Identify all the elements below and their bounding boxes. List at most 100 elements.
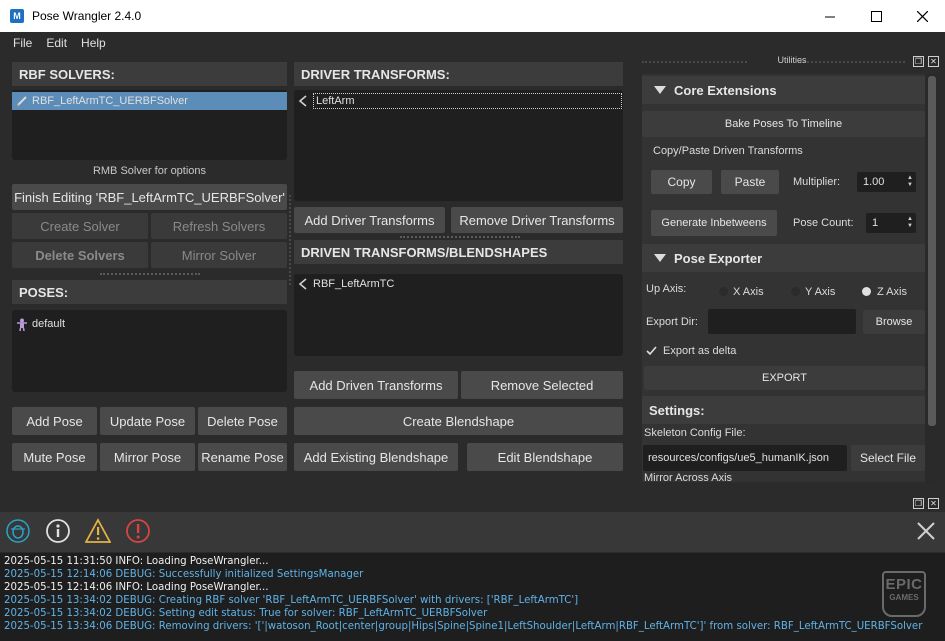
utilities-title: Utilities [777, 55, 807, 65]
skeleton-config-field[interactable]: resources/configs/ue5_humanIK.json [643, 445, 847, 471]
log-line: 2025-05-15 11:31:50 INFO: Loading PoseWr… [4, 556, 269, 567]
add-driven-transforms-button[interactable]: Add Driven Transforms [294, 371, 458, 399]
up-axis-label: Up Axis: [646, 283, 687, 295]
add-existing-blendshape-button[interactable]: Add Existing Blendshape [294, 443, 458, 471]
multiplier-value: 1.00 [863, 176, 885, 188]
export-as-delta-label: Export as delta [663, 345, 737, 357]
pose-exporter-header[interactable]: Pose Exporter [642, 244, 925, 272]
warning-triangle-icon [85, 518, 111, 543]
pose-count-value: 1 [872, 217, 879, 229]
close-button[interactable] [899, 0, 945, 32]
add-pose-button[interactable]: Add Pose [12, 407, 97, 435]
column-splitter[interactable] [289, 195, 291, 285]
delete-pose-button[interactable]: Delete Pose [198, 407, 287, 435]
core-extensions-label: Core Extensions [674, 82, 777, 98]
chevron-left-icon [298, 95, 307, 107]
solver-label: RBF_LeftArmTC_UERBFSolver [32, 95, 188, 107]
refresh-solvers-button[interactable]: Refresh Solvers [151, 213, 287, 239]
window-title: Pose Wrangler 2.4.0 [32, 9, 142, 23]
menu-help[interactable]: Help [74, 36, 113, 50]
select-file-button[interactable]: Select File [851, 445, 925, 471]
menu-file[interactable]: File [6, 36, 39, 50]
info-icon[interactable] [44, 517, 72, 545]
pose-count-label: Pose Count: [793, 217, 854, 229]
create-blendshape-button[interactable]: Create Blendshape [294, 407, 623, 435]
pose-exporter-label: Pose Exporter [674, 250, 763, 266]
z-axis-radio[interactable] [862, 287, 871, 296]
core-extensions-header[interactable]: Core Extensions [642, 76, 925, 104]
warning-icon[interactable] [84, 517, 112, 545]
log-line: 2025-05-15 13:34:02 DEBUG: Setting edit … [4, 608, 488, 619]
clear-log-button[interactable] [912, 517, 940, 545]
z-axis-label: Z Axis [877, 286, 907, 298]
settings-header: Settings: [642, 396, 925, 424]
browse-button[interactable]: Browse [863, 310, 925, 334]
copy-button[interactable]: Copy [651, 170, 712, 194]
close-icon [916, 10, 928, 22]
paste-button[interactable]: Paste [721, 170, 779, 194]
mirror-solver-button[interactable]: Mirror Solver [151, 242, 287, 268]
dock-close-icon[interactable]: ✕ [928, 56, 939, 67]
title-bar: M Pose Wrangler 2.4.0 [0, 0, 945, 32]
update-pose-button[interactable]: Update Pose [100, 407, 195, 435]
pose-figure-icon [17, 318, 27, 331]
dock-close-icon[interactable]: ✕ [928, 498, 939, 509]
remove-driver-transforms-button[interactable]: Remove Driver Transforms [451, 207, 623, 233]
edit-blendshape-button[interactable]: Edit Blendshape [467, 443, 623, 471]
export-dir-field[interactable] [708, 309, 856, 334]
error-icon[interactable] [124, 517, 152, 545]
pose-label: default [32, 318, 66, 330]
generate-inbetweens-button[interactable]: Generate Inbetweens [651, 210, 777, 236]
log-line: 2025-05-15 13:34:06 DEBUG: Removing driv… [4, 621, 923, 632]
x-axis-radio[interactable] [719, 287, 728, 296]
rename-pose-button[interactable]: Rename Pose [198, 443, 287, 471]
delete-solvers-button[interactable]: Delete Solvers [12, 242, 148, 268]
info-circle-icon [46, 519, 70, 543]
driver-transforms-header: DRIVER TRANSFORMS: [294, 62, 623, 86]
spin-arrows-icon[interactable]: ▲ ▼ [907, 175, 913, 189]
export-button[interactable]: EXPORT [644, 366, 925, 390]
logo-top-text: EPIC [885, 576, 923, 593]
list-item[interactable]: default [12, 315, 287, 333]
driven-transforms-header: DRIVEN TRANSFORMS/BLENDSHAPES [294, 240, 623, 264]
splitter-handle[interactable] [100, 273, 200, 275]
bake-poses-button[interactable]: Bake Poses To Timeline [642, 111, 925, 137]
create-solver-button[interactable]: Create Solver [12, 213, 148, 239]
y-axis-label: Y Axis [805, 286, 836, 298]
epic-games-logo: EPIC GAMES [882, 571, 926, 617]
list-item[interactable]: LeftArm [296, 92, 622, 110]
log-output: 2025-05-15 11:31:50 INFO: Loading PoseWr… [0, 553, 945, 641]
minimize-button[interactable] [807, 0, 853, 32]
collapse-triangle-icon [654, 254, 666, 262]
maximize-button[interactable] [853, 0, 899, 32]
mirror-pose-button[interactable]: Mirror Pose [100, 443, 195, 471]
float-icon[interactable]: ❐ [913, 498, 924, 509]
window-controls [807, 0, 945, 32]
poses-header: POSES: [12, 280, 287, 304]
log-line: 2025-05-15 12:14:06 INFO: Loading PoseWr… [4, 582, 269, 593]
list-item[interactable]: RBF_LeftArmTC [296, 275, 622, 293]
mirror-across-axis-label: Mirror Across Axis [644, 472, 733, 482]
splitter-handle[interactable] [400, 236, 520, 238]
y-axis-radio[interactable] [791, 287, 800, 296]
debug-bug-icon[interactable] [4, 517, 32, 545]
close-icon [917, 522, 935, 540]
add-driver-transforms-button[interactable]: Add Driver Transforms [294, 207, 445, 233]
utilities-panel: Core Extensions Bake Poses To Timeline C… [642, 74, 925, 482]
app-icon: M [10, 9, 24, 23]
collapse-triangle-icon [654, 86, 666, 94]
remove-selected-button[interactable]: Remove Selected [461, 371, 623, 399]
list-item[interactable]: RBF_LeftArmTC_UERBFSolver [12, 92, 287, 110]
mute-pose-button[interactable]: Mute Pose [12, 443, 97, 471]
chevron-left-icon [298, 278, 307, 290]
skeleton-config-label: Skeleton Config File: [644, 427, 746, 439]
float-icon[interactable]: ❐ [913, 56, 924, 67]
multiplier-spinbox[interactable]: 1.00 ▲ ▼ [857, 172, 916, 192]
menu-edit[interactable]: Edit [39, 36, 74, 50]
finish-editing-button[interactable]: Finish Editing 'RBF_LeftArmTC_UERBFSolve… [12, 184, 287, 210]
spin-arrows-icon[interactable]: ▲ ▼ [907, 216, 913, 230]
scrollbar-thumb[interactable] [928, 76, 936, 426]
checkmark-icon[interactable] [646, 345, 657, 356]
pose-count-spinbox[interactable]: 1 ▲ ▼ [866, 213, 916, 233]
menu-bar: File Edit Help [0, 32, 945, 54]
